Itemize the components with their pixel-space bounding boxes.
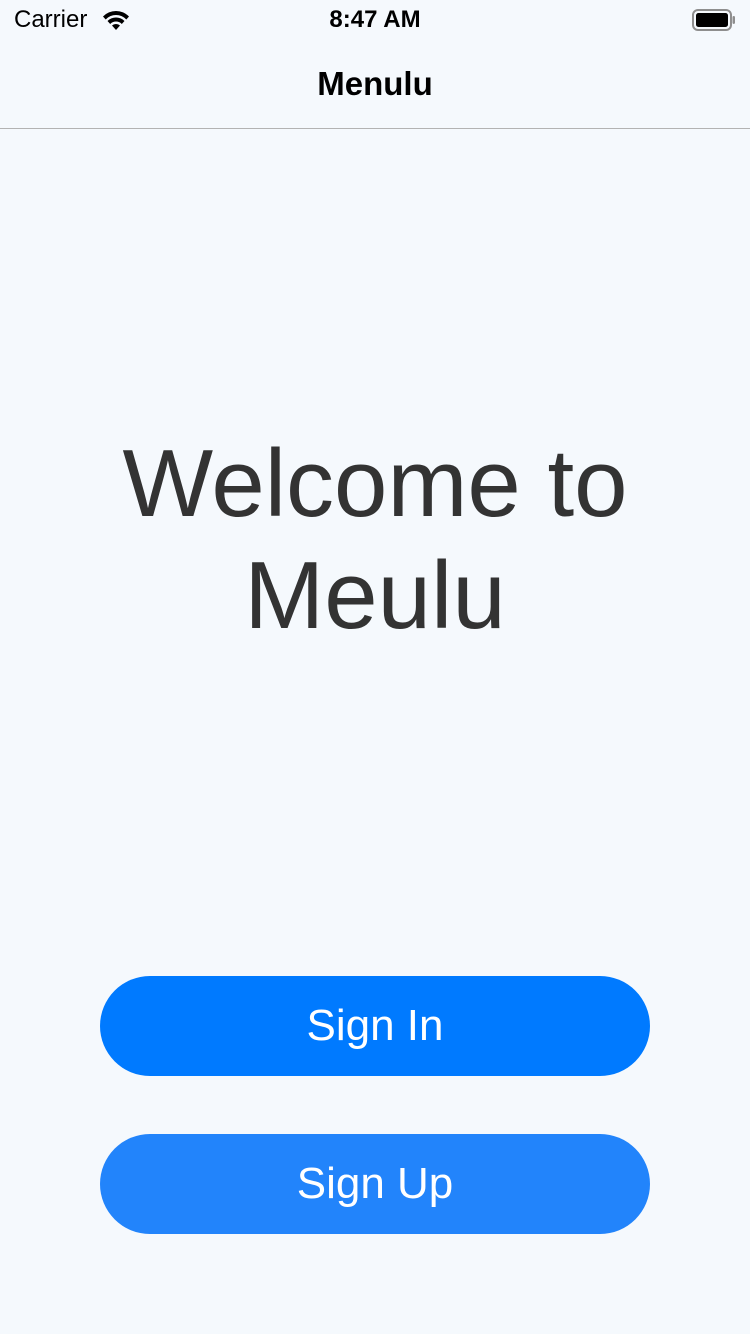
status-bar: Carrier 8:47 AM — [0, 0, 750, 40]
welcome-screen: Carrier 8:47 AM Menulu Welcome to Meulu … — [0, 0, 750, 1334]
navigation-bar: Menulu — [0, 40, 750, 129]
battery-icon — [692, 9, 735, 31]
sign-in-button[interactable]: Sign In — [100, 976, 650, 1076]
welcome-line-1: Welcome to — [122, 430, 628, 537]
sign-up-button[interactable]: Sign Up — [100, 1134, 650, 1234]
clock: 8:47 AM — [329, 6, 421, 33]
nav-title: Menulu — [317, 65, 433, 102]
welcome-heading: Welcome to Meulu — [0, 428, 750, 652]
welcome-line-2: Meulu — [244, 542, 506, 649]
